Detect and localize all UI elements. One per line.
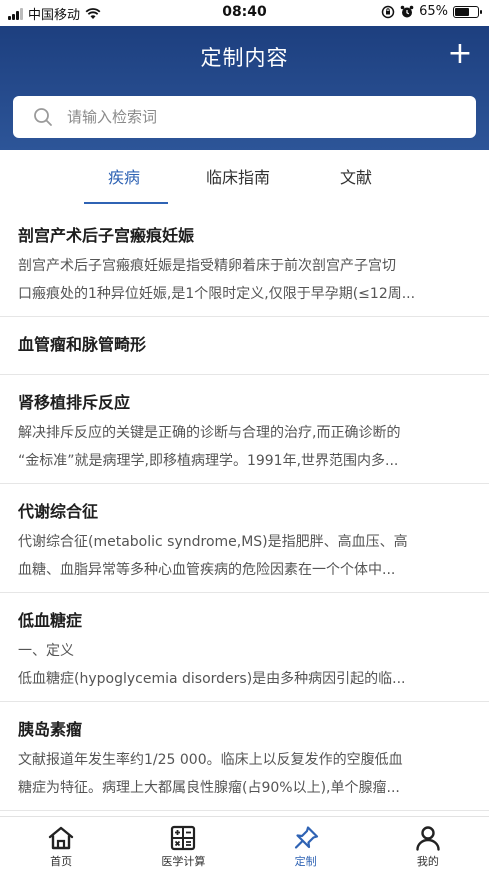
calculator-icon bbox=[171, 825, 196, 851]
tab-clinical-guidelines[interactable]: 临床指南 bbox=[206, 164, 270, 188]
search-icon bbox=[34, 108, 52, 126]
nav-label: 我的 bbox=[416, 855, 439, 868]
item-title: 胰岛素瘤 bbox=[18, 720, 83, 739]
search-input[interactable] bbox=[67, 108, 447, 126]
item-description-line: 血糖、血脂异常等多种心血管疾病的危险因素在一个个体中... bbox=[18, 562, 396, 578]
tab-bar: 疾病 临床指南 文献 bbox=[0, 150, 489, 206]
item-description: 解决排斥反应的关键是正确的诊断与合理的治疗,而正确诊断的 “金标准”就是病理学,… bbox=[18, 419, 471, 483]
search-bar[interactable] bbox=[13, 96, 476, 138]
item-description-line: 糖症为特征。病理上大都属良性腺瘤(占90%以上),单个腺瘤... bbox=[18, 780, 400, 796]
nav-home[interactable]: 首页 bbox=[0, 817, 122, 875]
nav-label: 定制 bbox=[294, 855, 317, 868]
disease-list: 剖宫产术后子宫瘢痕妊娠 剖宫产术后子宫瘢痕妊娠是指受精卵着床于前次剖宫产子宫切 … bbox=[0, 208, 489, 816]
home-icon bbox=[48, 826, 74, 850]
add-button[interactable]: + bbox=[445, 39, 475, 70]
status-right: 65% bbox=[381, 4, 482, 19]
active-tab-indicator bbox=[84, 202, 168, 204]
header: 定制内容 + bbox=[0, 26, 489, 150]
list-item[interactable]: 胰岛素瘤 文献报道年发生率约1/25 000。临床上以反复发作的空腹低血 糖症为… bbox=[0, 702, 489, 811]
list-item[interactable]: 代谢综合征 代谢综合征(metabolic syndrome,MS)是指肥胖、高… bbox=[0, 484, 489, 593]
item-description: 文献报道年发生率约1/25 000。临床上以反复发作的空腹低血 糖症为特征。病理… bbox=[18, 746, 471, 810]
item-description-line: 文献报道年发生率约1/25 000。临床上以反复发作的空腹低血 bbox=[18, 752, 403, 768]
item-description-line: 解决排斥反应的关键是正确的诊断与合理的治疗,而正确诊断的 bbox=[18, 425, 401, 441]
item-title: 低血糖症 bbox=[18, 611, 83, 630]
item-description: 代谢综合征(metabolic syndrome,MS)是指肥胖、高血压、高 血… bbox=[18, 528, 471, 592]
nav-mine[interactable]: 我的 bbox=[367, 817, 489, 875]
list-item[interactable]: 肾移植排斥反应 解决排斥反应的关键是正确的诊断与合理的治疗,而正确诊断的 “金标… bbox=[0, 375, 489, 484]
item-title: 剖宫产术后子宫瘢痕妊娠 bbox=[18, 226, 195, 245]
list-item[interactable]: 血管瘤和脉管畸形 bbox=[0, 317, 489, 375]
nav-medical-calculator[interactable]: 医学计算 bbox=[122, 817, 244, 875]
nav-label: 医学计算 bbox=[161, 855, 206, 868]
orientation-lock-icon bbox=[381, 5, 395, 18]
pin-icon bbox=[294, 826, 318, 849]
alarm-icon bbox=[400, 5, 414, 17]
item-description-line: “金标准”就是病理学,即移植病理学。1991年,世界范围内多... bbox=[18, 453, 399, 469]
item-description-line: 口瘢痕处的1种异位妊娠,是1个限时定义,仅限于早孕期(≤12周... bbox=[18, 286, 416, 302]
battery-icon bbox=[453, 5, 482, 18]
item-title: 肾移植排斥反应 bbox=[18, 393, 131, 412]
item-description-line: 代谢综合征(metabolic syndrome,MS)是指肥胖、高血压、高 bbox=[18, 534, 408, 550]
bottom-nav: 首页 医学计算 定制 我的 bbox=[0, 816, 489, 875]
nav-label: 首页 bbox=[50, 855, 73, 868]
status-bar: 中国移动 08:40 65% bbox=[0, 0, 489, 26]
item-title: 代谢综合征 bbox=[18, 502, 99, 521]
tab-diseases[interactable]: 疾病 bbox=[108, 164, 140, 188]
item-description-line: 一、定义 bbox=[18, 643, 74, 659]
page-title: 定制内容 bbox=[200, 46, 289, 70]
item-description: 剖宫产术后子宫瘢痕妊娠是指受精卵着床于前次剖宫产子宫切 口瘢痕处的1种异位妊娠,… bbox=[18, 252, 471, 316]
user-icon bbox=[416, 826, 440, 851]
nav-customize[interactable]: 定制 bbox=[245, 817, 367, 875]
tab-literature[interactable]: 文献 bbox=[340, 164, 372, 188]
battery-fill bbox=[455, 7, 470, 16]
item-description-line: 剖宫产术后子宫瘢痕妊娠是指受精卵着床于前次剖宫产子宫切 bbox=[18, 258, 396, 274]
battery-percent: 65% bbox=[419, 4, 448, 19]
list-item[interactable]: 低血糖症 一、定义 低血糖症(hypoglycemia disorders)是由… bbox=[0, 593, 489, 702]
item-title: 血管瘤和脉管畸形 bbox=[18, 335, 147, 354]
item-description-line: 低血糖症(hypoglycemia disorders)是由多种病因引起的临..… bbox=[18, 671, 406, 687]
list-item[interactable]: 剖宫产术后子宫瘢痕妊娠 剖宫产术后子宫瘢痕妊娠是指受精卵着床于前次剖宫产子宫切 … bbox=[0, 208, 489, 317]
item-description: 一、定义 低血糖症(hypoglycemia disorders)是由多种病因引… bbox=[18, 637, 471, 701]
